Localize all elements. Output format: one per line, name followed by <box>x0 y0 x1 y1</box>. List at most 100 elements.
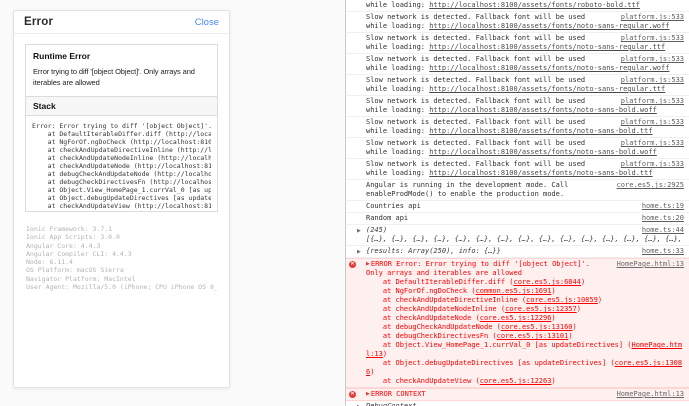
source-link[interactable]: home.ts:44 <box>642 226 684 235</box>
stack-line: at checkAndUpdateDirectiveInline (http:/… <box>47 146 211 154</box>
console-entry-error-context: ✕ HomePage.html:13 ▶ERROR CONTEXT <box>346 388 689 401</box>
font-url-link[interactable]: http://localhost:8100/assets/fonts/noto-… <box>429 106 657 114</box>
source-link[interactable]: home.ts:20 <box>642 214 684 223</box>
font-url-link[interactable]: http://localhost:8100/assets/fonts/noto-… <box>429 22 669 30</box>
environment-line: Navigator Platform: MacIntel <box>26 274 136 283</box>
stack-source-link[interactable]: core.es5.js:12357 <box>505 305 577 313</box>
console-entry-font-warning: platform.js:533 Slow network is detected… <box>346 159 689 180</box>
stack-source-link[interactable]: core.es5.js:10859 <box>526 296 598 304</box>
environment-line: Node: 6.11.4 <box>26 258 73 267</box>
console-entry-font-warning: platform.js:533 Slow network is detected… <box>346 75 689 96</box>
source-link[interactable]: platform.js:533 <box>621 139 684 148</box>
console-entry-font-warning: platform.js:533 Slow network is detected… <box>346 117 689 138</box>
stack-frame: at Object.debugUpdateDirectives [as upda… <box>366 359 683 376</box>
object-preview: {results: Array(250), info: {…}} <box>366 247 501 255</box>
stack-frame: at debugCheckDirectivesFn (core.es5.js:1… <box>366 332 573 340</box>
environment-line: Angular Compiler CLI: 4.4.3 <box>26 249 132 258</box>
close-button[interactable]: Close <box>195 17 219 28</box>
source-link[interactable]: platform.js:533 <box>621 34 684 43</box>
font-url-link[interactable]: http://localhost:8100/assets/fonts/noto-… <box>429 169 652 177</box>
environment-line: Ionic App Scripts: 3.0.0 <box>26 233 120 242</box>
console-entry-font-warning: platform.js:533 Slow network is detected… <box>346 54 689 75</box>
debug-context-name: DebugContext_ <box>366 402 421 406</box>
source-link[interactable]: core.es5.js:2925 <box>617 181 684 190</box>
stack-frame: at checkAndUpdateNodeInline (core.es5.js… <box>366 305 581 313</box>
stack-trace-box: Error: Error trying to diff '[object Obj… <box>25 116 218 212</box>
stack-heading: Stack <box>25 97 218 116</box>
expand-arrow-icon[interactable]: ▶ <box>366 260 370 269</box>
array-preview: [{…}, {…}, {…}, {…}, {…}, {…}, {…}, {…},… <box>366 235 683 243</box>
source-link[interactable]: HomePage.html:13 <box>617 260 684 269</box>
array-count: (245) <box>366 226 388 234</box>
environment-line: Ionic Framework: 3.7.1 <box>26 225 113 233</box>
expand-arrow-icon[interactable]: ▶ <box>357 248 361 257</box>
source-link[interactable]: home.ts:33 <box>642 247 684 256</box>
devtools-console[interactable]: while loading: http://localhost:8100/ass… <box>345 0 689 406</box>
console-entry-random-api: home.ts:20 Random api <box>346 213 689 225</box>
stack-frame: at checkAndUpdateView (core.es5.js:12263… <box>366 377 556 385</box>
font-url-link[interactable]: http://localhost:8100/assets/fonts/noto-… <box>429 127 652 135</box>
stack-source-link[interactable]: core.es5.js:6844 <box>514 278 581 286</box>
stack-line: Error: Error trying to diff '[object Obj… <box>32 122 211 130</box>
stack-source-link[interactable]: core.es5.js:13101 <box>497 332 569 340</box>
console-entry-font-warning: platform.js:533 Slow network is detected… <box>346 33 689 54</box>
stack-frame: at NgForOf.ngDoCheck (common.es5.js:1691… <box>366 287 556 295</box>
environment-line: Angular Core: 4.4.3 <box>26 241 101 250</box>
runtime-error-message: Error trying to diff '[object Object]'. … <box>33 67 195 87</box>
console-entry-font-warning: platform.js:533 Slow network is detected… <box>346 96 689 117</box>
console-entry-font-warning: platform.js:533 Slow network is detected… <box>346 12 689 33</box>
error-modal-title: Error <box>24 16 54 28</box>
source-link[interactable]: home.ts:19 <box>642 202 684 211</box>
font-url-link[interactable]: http://localhost:8100/assets/fonts/noto-… <box>429 64 669 72</box>
expand-arrow-icon[interactable]: ▶ <box>366 390 370 399</box>
stack-frame: at checkAndUpdateNode (core.es5.js:12296… <box>366 314 556 322</box>
stack-line: at Object.debugUpdateDirectives [as upda… <box>47 194 211 202</box>
source-link[interactable]: platform.js:533 <box>621 76 684 85</box>
stack-frame: at Object.View_HomePage_1.currVal_0 [as … <box>366 341 683 358</box>
source-link[interactable]: platform.js:533 <box>621 160 684 169</box>
environment-line: User Agent: Mozilla/5.0 (iPhone; CPU iPh… <box>26 283 217 292</box>
screen: Error Close Runtime Error Error trying t… <box>0 0 689 406</box>
error-modal-body: Runtime Error Error trying to diff '[obj… <box>14 34 229 301</box>
stack-source-link[interactable]: core.es5.js:12296 <box>480 314 552 322</box>
source-link[interactable]: platform.js:533 <box>621 97 684 106</box>
console-entry-font-warning: platform.js:533 Slow network is detected… <box>346 138 689 159</box>
error-label: ERROR <box>370 260 397 268</box>
stack-source-link[interactable]: core.es5.js:13160 <box>501 323 573 331</box>
stack-line: at debugCheckAndUpdateNode (http://local… <box>47 170 211 178</box>
source-link[interactable]: platform.js:533 <box>621 118 684 127</box>
font-url-link[interactable]: http://localhost:8100/assets/fonts/robot… <box>429 1 640 9</box>
stack-frame: at DefaultIterableDiffer.diff (core.es5.… <box>366 278 586 286</box>
runtime-error-heading: Runtime Error <box>33 51 91 61</box>
expand-arrow-icon[interactable]: ▶ <box>357 227 361 236</box>
font-url-link[interactable]: http://localhost:8100/assets/fonts/noto-… <box>429 148 657 156</box>
stack-source-link[interactable]: common.es5.js:1691 <box>476 287 552 295</box>
environment-info: Ionic Framework: 3.7.1 Ionic App Scripts… <box>25 225 218 291</box>
source-link[interactable]: HomePage.html:13 <box>617 390 684 399</box>
source-link[interactable]: platform.js:533 <box>621 13 684 22</box>
error-modal-header: Error Close <box>14 11 229 34</box>
console-entry-countries-api: home.ts:19 Countries api <box>346 201 689 213</box>
source-link[interactable]: platform.js:533 <box>621 55 684 64</box>
console-entry-debug-context: ▶ DebugContext_ {view: {…}, nodeIndex: 1… <box>346 401 689 406</box>
app-error-overlay: Error Close Runtime Error Error trying t… <box>0 0 345 406</box>
console-entry-angular-dev-mode: core.es5.js:2925 Angular is running in t… <box>346 180 689 201</box>
stack-line: at debugCheckDirectivesFn (http://localh… <box>47 178 211 186</box>
stack-line: at checkAndUpdateView (http://localhost:… <box>47 202 211 210</box>
error-message: Error: Error trying to diff '[object Obj… <box>366 260 591 277</box>
stack-line: at Object.View_HomePage_1.currVal_0 [as … <box>47 186 211 194</box>
stack-source-link[interactable]: core.es5.js:12263 <box>480 377 552 385</box>
error-modal: Error Close Runtime Error Error trying t… <box>13 10 230 388</box>
font-url-link[interactable]: http://localhost:8100/assets/fonts/noto-… <box>429 43 665 51</box>
console-entry-results-log: ▶ home.ts:33 {results: Array(250), info:… <box>346 246 689 258</box>
environment-line: OS Platform: macOS Sierra <box>26 266 124 275</box>
runtime-error-box: Runtime Error Error trying to diff '[obj… <box>25 44 218 97</box>
console-entry-font-warning-partial: while loading: http://localhost:8100/ass… <box>346 0 689 12</box>
stack-line: at checkAndUpdateNodeInline (http://loca… <box>47 154 211 162</box>
console-entry-error: ✕ HomePage.html:13 ▶ERROR Error: Error t… <box>346 258 689 388</box>
font-url-link[interactable]: http://localhost:8100/assets/fonts/noto-… <box>429 85 665 93</box>
error-icon: ✕ <box>349 391 356 398</box>
error-icon: ✕ <box>349 261 356 268</box>
stack-line: at DefaultIterableDiffer.diff (http://lo… <box>47 130 211 138</box>
stack-line: at checkAndUpdateNode (http://localhost:… <box>47 162 211 170</box>
